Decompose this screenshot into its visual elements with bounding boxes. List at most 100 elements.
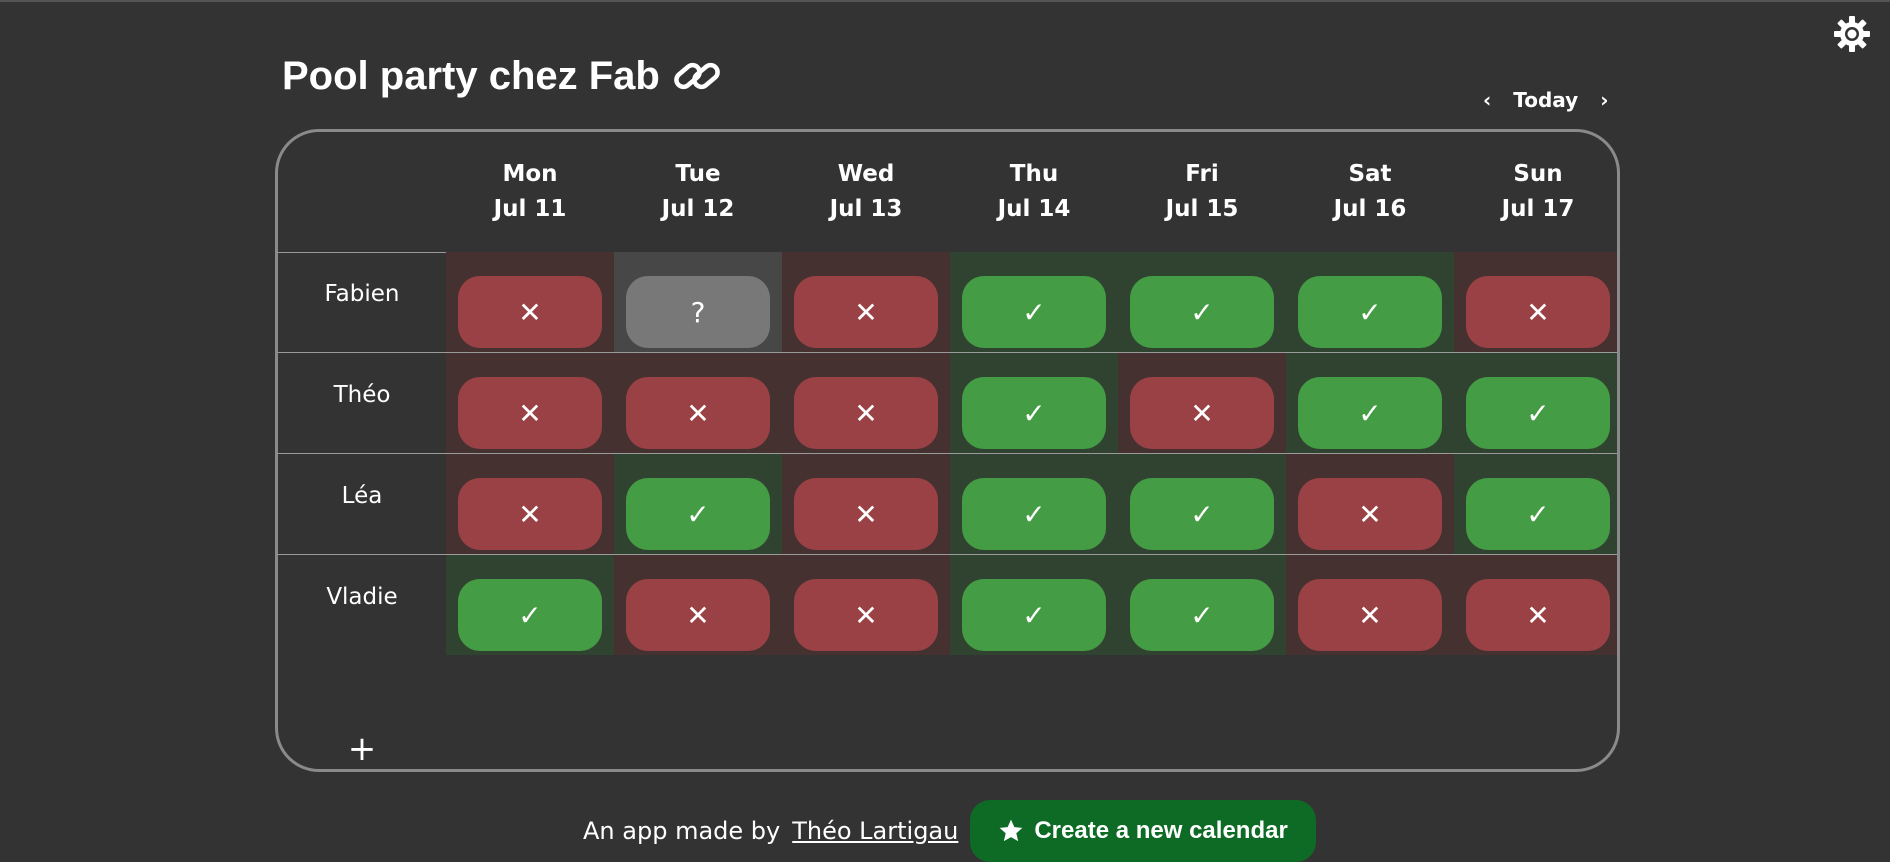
day-name: Tue	[675, 161, 721, 187]
calendar-header: Mon Jul 11 Tue Jul 12 Wed Jul 13 Thu Jul…	[278, 132, 1617, 253]
add-person-button[interactable]: +	[278, 732, 446, 766]
day-date: Jul 16	[1333, 196, 1407, 222]
cross-icon: ✕	[686, 396, 710, 430]
cross-icon: ✕	[1358, 598, 1382, 632]
calendar-title: Pool party chez Fab	[282, 54, 660, 98]
person-row: Théo ✕ ✕ ✕ ✓ ✕ ✓ ✓	[278, 353, 1617, 454]
link-icon[interactable]	[672, 56, 722, 96]
availability-toggle-no[interactable]: ✕	[1130, 377, 1274, 449]
availability-toggle-yes[interactable]: ✓	[1298, 377, 1442, 449]
availability-cell: ✓	[1454, 353, 1617, 453]
check-icon: ✓	[1022, 497, 1046, 531]
today-button[interactable]: Today	[1513, 88, 1578, 112]
create-calendar-button[interactable]: Create a new calendar	[970, 800, 1316, 862]
availability-cell: ✓	[1118, 555, 1286, 655]
availability-toggle-yes[interactable]: ✓	[1130, 579, 1274, 651]
availability-toggle-no[interactable]: ✕	[794, 579, 938, 651]
availability-cell: ✕	[782, 454, 950, 554]
availability-cell: ✕	[782, 353, 950, 453]
availability-toggle-yes[interactable]: ✓	[458, 579, 602, 651]
day-header-fri: Fri Jul 15	[1118, 132, 1286, 252]
question-icon: ?	[690, 295, 706, 329]
availability-cell: ✓	[446, 555, 614, 655]
week-navigation: ‹ Today ›	[1483, 88, 1608, 112]
availability-toggle-no[interactable]: ✕	[1298, 478, 1442, 550]
footer: An app made by Théo Lartigau Create a ne…	[583, 800, 1316, 862]
availability-toggle-yes[interactable]: ✓	[1130, 478, 1274, 550]
availability-toggle-no[interactable]: ✕	[794, 276, 938, 348]
chevron-left-icon[interactable]: ‹	[1483, 88, 1491, 112]
author-link[interactable]: Théo Lartigau	[792, 817, 958, 845]
availability-cell: ✓	[1286, 353, 1454, 453]
cross-icon: ✕	[854, 396, 878, 430]
availability-toggle-yes[interactable]: ✓	[1466, 478, 1610, 550]
availability-toggle-no[interactable]: ✕	[458, 377, 602, 449]
availability-toggle-yes[interactable]: ✓	[626, 478, 770, 550]
availability-cell: ✕	[1454, 252, 1617, 352]
availability-toggle-maybe[interactable]: ?	[626, 276, 770, 348]
availability-cell: ✕	[614, 555, 782, 655]
day-name: Thu	[1009, 161, 1059, 187]
availability-toggle-yes[interactable]: ✓	[962, 579, 1106, 651]
day-name: Wed	[837, 161, 895, 187]
availability-toggle-no[interactable]: ✕	[458, 478, 602, 550]
day-date: Jul 11	[493, 196, 567, 222]
check-icon: ✓	[1190, 295, 1214, 329]
availability-cell: ✕	[782, 252, 950, 352]
cross-icon: ✕	[686, 598, 710, 632]
availability-toggle-no[interactable]: ✕	[794, 478, 938, 550]
person-name: Léa	[341, 483, 383, 509]
day-date: Jul 14	[997, 196, 1071, 222]
day-header-thu: Thu Jul 14	[950, 132, 1118, 252]
availability-cell: ✓	[1286, 252, 1454, 352]
check-icon: ✓	[1022, 295, 1046, 329]
top-border	[0, 0, 1890, 2]
day-date: Jul 15	[1165, 196, 1239, 222]
cross-icon: ✕	[854, 598, 878, 632]
availability-toggle-yes[interactable]: ✓	[1466, 377, 1610, 449]
person-row: Vladie ✓ ✕ ✕ ✓ ✓ ✕ ✕	[278, 555, 1617, 655]
day-name: Sun	[1513, 161, 1563, 187]
availability-toggle-yes[interactable]: ✓	[1130, 276, 1274, 348]
availability-calendar: Mon Jul 11 Tue Jul 12 Wed Jul 13 Thu Jul…	[275, 129, 1620, 772]
availability-toggle-yes[interactable]: ✓	[962, 478, 1106, 550]
check-icon: ✓	[1022, 598, 1046, 632]
availability-cell: ✕	[782, 555, 950, 655]
availability-cell: ✓	[950, 555, 1118, 655]
availability-cell: ✕	[1454, 555, 1617, 655]
availability-toggle-no[interactable]: ✕	[1466, 276, 1610, 348]
check-icon: ✓	[518, 598, 542, 632]
person-name: Théo	[333, 382, 391, 408]
availability-toggle-yes[interactable]: ✓	[962, 377, 1106, 449]
availability-toggle-no[interactable]: ✕	[1466, 579, 1610, 651]
person-row: Fabien ✕? ✕ ✓ ✓ ✓ ✕	[278, 252, 1617, 353]
availability-cell: ✕	[446, 252, 614, 352]
availability-toggle-no[interactable]: ✕	[458, 276, 602, 348]
availability-cell: ✕	[614, 353, 782, 453]
check-icon: ✓	[1022, 396, 1046, 430]
check-icon: ✓	[1358, 396, 1382, 430]
availability-toggle-no[interactable]: ✕	[626, 377, 770, 449]
create-calendar-label: Create a new calendar	[1034, 817, 1288, 844]
cross-icon: ✕	[518, 497, 542, 531]
availability-toggle-no[interactable]: ✕	[794, 377, 938, 449]
chevron-right-icon[interactable]: ›	[1600, 88, 1608, 112]
availability-toggle-yes[interactable]: ✓	[962, 276, 1106, 348]
person-row: Léa ✕ ✓ ✕ ✓ ✓ ✕ ✓	[278, 454, 1617, 555]
gear-icon[interactable]	[1833, 15, 1871, 53]
cross-icon: ✕	[518, 396, 542, 430]
check-icon: ✓	[1190, 598, 1214, 632]
availability-toggle-no[interactable]: ✕	[626, 579, 770, 651]
day-header-sat: Sat Jul 16	[1286, 132, 1454, 252]
cross-icon: ✕	[1526, 295, 1550, 329]
availability-cell: ✕	[1286, 454, 1454, 554]
day-header-tue: Tue Jul 12	[614, 132, 782, 252]
availability-toggle-yes[interactable]: ✓	[1298, 276, 1442, 348]
cross-icon: ✕	[1190, 396, 1214, 430]
availability-cell: ✕	[446, 353, 614, 453]
cross-icon: ✕	[518, 295, 542, 329]
availability-toggle-no[interactable]: ✕	[1298, 579, 1442, 651]
day-header-wed: Wed Jul 13	[782, 132, 950, 252]
day-name: Fri	[1185, 161, 1219, 187]
check-icon: ✓	[1526, 396, 1550, 430]
